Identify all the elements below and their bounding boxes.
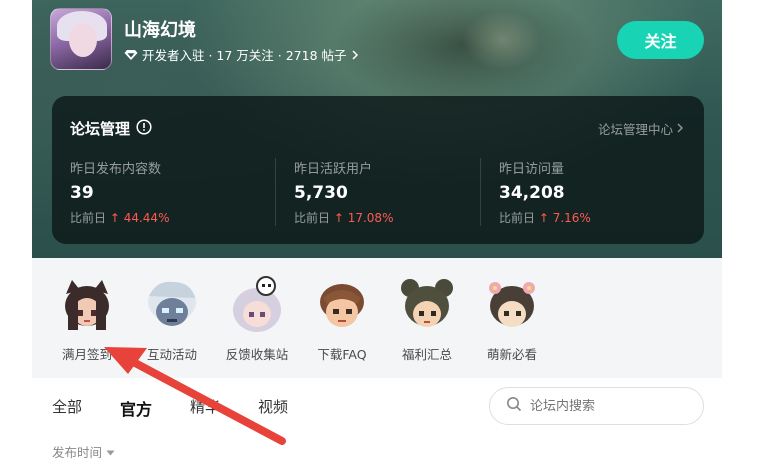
stat-value: 34,208 — [499, 183, 565, 203]
compare-prefix: 比前日 — [294, 211, 331, 225]
shortcut-item[interactable]: 满月签到 — [44, 276, 130, 363]
forum-meta[interactable]: 开发者入驻 · 17 万关注 · 2718 帖子 — [124, 45, 359, 64]
tab-video[interactable]: 视频 — [258, 396, 288, 420]
shortcut-label: 福利汇总 — [401, 347, 452, 362]
avatar-face — [69, 23, 97, 57]
forum-meta-text: 开发者入驻 · 17 万关注 · 2718 帖子 — [142, 48, 347, 63]
sort-label: 发布时间 — [52, 445, 103, 460]
tab-label: 精华 — [190, 398, 221, 416]
stat-divider — [480, 158, 481, 226]
verified-diamond-icon — [124, 49, 138, 61]
chevron-right-icon — [351, 49, 359, 60]
shortcut-item[interactable]: 互动活动 — [129, 276, 215, 363]
stat-value: 39 — [70, 183, 94, 203]
shortcut-label: 下载FAQ — [317, 347, 367, 362]
shortcut-bar: 满月签到 互动活动 反馈收集站 下载FAQ 福利汇总 萌新必看 — [32, 258, 722, 378]
header-background-light — [462, 10, 542, 70]
forum-avatar[interactable] — [50, 8, 112, 70]
forum-admin-panel: 论坛管理 论坛管理中心 昨日发布内容数 39 比前日 ↑ 44.44% 昨日活跃… — [52, 96, 704, 244]
tab-label: 官方 — [120, 400, 153, 419]
tab-label: 全部 — [52, 398, 83, 416]
ghost-character-icon — [143, 276, 201, 334]
post-list-area: 全部 官方 精华 视频 发布时间 — [32, 378, 722, 468]
tab-official[interactable]: 官方 — [120, 396, 153, 421]
search-input[interactable] — [530, 398, 680, 414]
twin-buns-girl-icon — [398, 276, 456, 334]
stat-active-users: 昨日活跃用户 5,730 比前日 ↑ 17.08% — [294, 158, 494, 228]
shortcut-item[interactable]: 反馈收集站 — [214, 276, 300, 363]
tab-featured[interactable]: 精华 — [190, 396, 220, 420]
tab-all[interactable]: 全部 — [52, 396, 82, 420]
stat-visits: 昨日访问量 34,208 比前日 ↑ 7.16% — [499, 158, 699, 228]
caret-down-icon — [106, 444, 115, 459]
shortcut-label: 互动活动 — [146, 347, 197, 362]
skull-hat-girl-icon — [228, 276, 286, 334]
forum-name: 山海幻境 — [124, 20, 196, 41]
search-icon — [506, 396, 522, 416]
compare-prefix: 比前日 — [70, 211, 107, 225]
brown-hair-boy-icon — [313, 276, 371, 334]
shortcut-item[interactable]: 萌新必看 — [469, 276, 555, 363]
stat-value: 5,730 — [294, 183, 348, 203]
shortcut-item[interactable]: 福利汇总 — [384, 276, 470, 363]
compare-prefix: 比前日 — [499, 211, 536, 225]
stat-compare: 比前日 ↑ 44.44% — [70, 209, 270, 226]
stat-divider — [275, 158, 276, 226]
stat-compare: 比前日 ↑ 7.16% — [499, 209, 699, 226]
shortcut-label: 萌新必看 — [486, 347, 537, 362]
compare-value: ↑ 17.08% — [333, 211, 394, 225]
stat-label: 昨日活跃用户 — [294, 162, 373, 177]
shortcut-label: 反馈收集站 — [225, 347, 289, 362]
compare-value: ↑ 44.44% — [109, 211, 170, 225]
follow-button[interactable]: 关注 — [617, 21, 704, 59]
cat-ears-girl-icon — [58, 276, 116, 334]
forum-header: 山海幻境 开发者入驻 · 17 万关注 · 2718 帖子 关注 论坛管理 论坛… — [32, 0, 722, 290]
compare-value: ↑ 7.16% — [538, 211, 591, 225]
admin-center-link[interactable]: 论坛管理中心 — [598, 119, 684, 138]
stat-label: 昨日发布内容数 — [70, 162, 162, 177]
chevron-right-icon — [676, 121, 684, 136]
shortcut-label: 满月签到 — [61, 347, 112, 362]
forum-search-box[interactable] — [489, 387, 704, 425]
stat-compare: 比前日 ↑ 17.08% — [294, 209, 494, 226]
stat-posts: 昨日发布内容数 39 比前日 ↑ 44.44% — [70, 158, 270, 228]
admin-center-link-text: 论坛管理中心 — [597, 122, 673, 137]
tab-label: 视频 — [258, 398, 289, 416]
forum-content: 满月签到 互动活动 反馈收集站 下载FAQ 福利汇总 萌新必看 全部 官方 精华… — [32, 258, 722, 468]
flower-girl-icon — [483, 276, 541, 334]
sort-dropdown[interactable]: 发布时间 — [52, 442, 115, 461]
stat-label: 昨日访问量 — [499, 162, 565, 177]
admin-panel-title-text: 论坛管理 — [70, 120, 131, 138]
info-icon[interactable] — [136, 118, 152, 139]
admin-panel-title[interactable]: 论坛管理 — [70, 118, 152, 139]
forum-page: 山海幻境 开发者入驻 · 17 万关注 · 2718 帖子 关注 论坛管理 论坛… — [32, 0, 722, 468]
post-tabs: 全部 官方 精华 视频 — [52, 396, 326, 421]
shortcut-item[interactable]: 下载FAQ — [299, 276, 385, 363]
